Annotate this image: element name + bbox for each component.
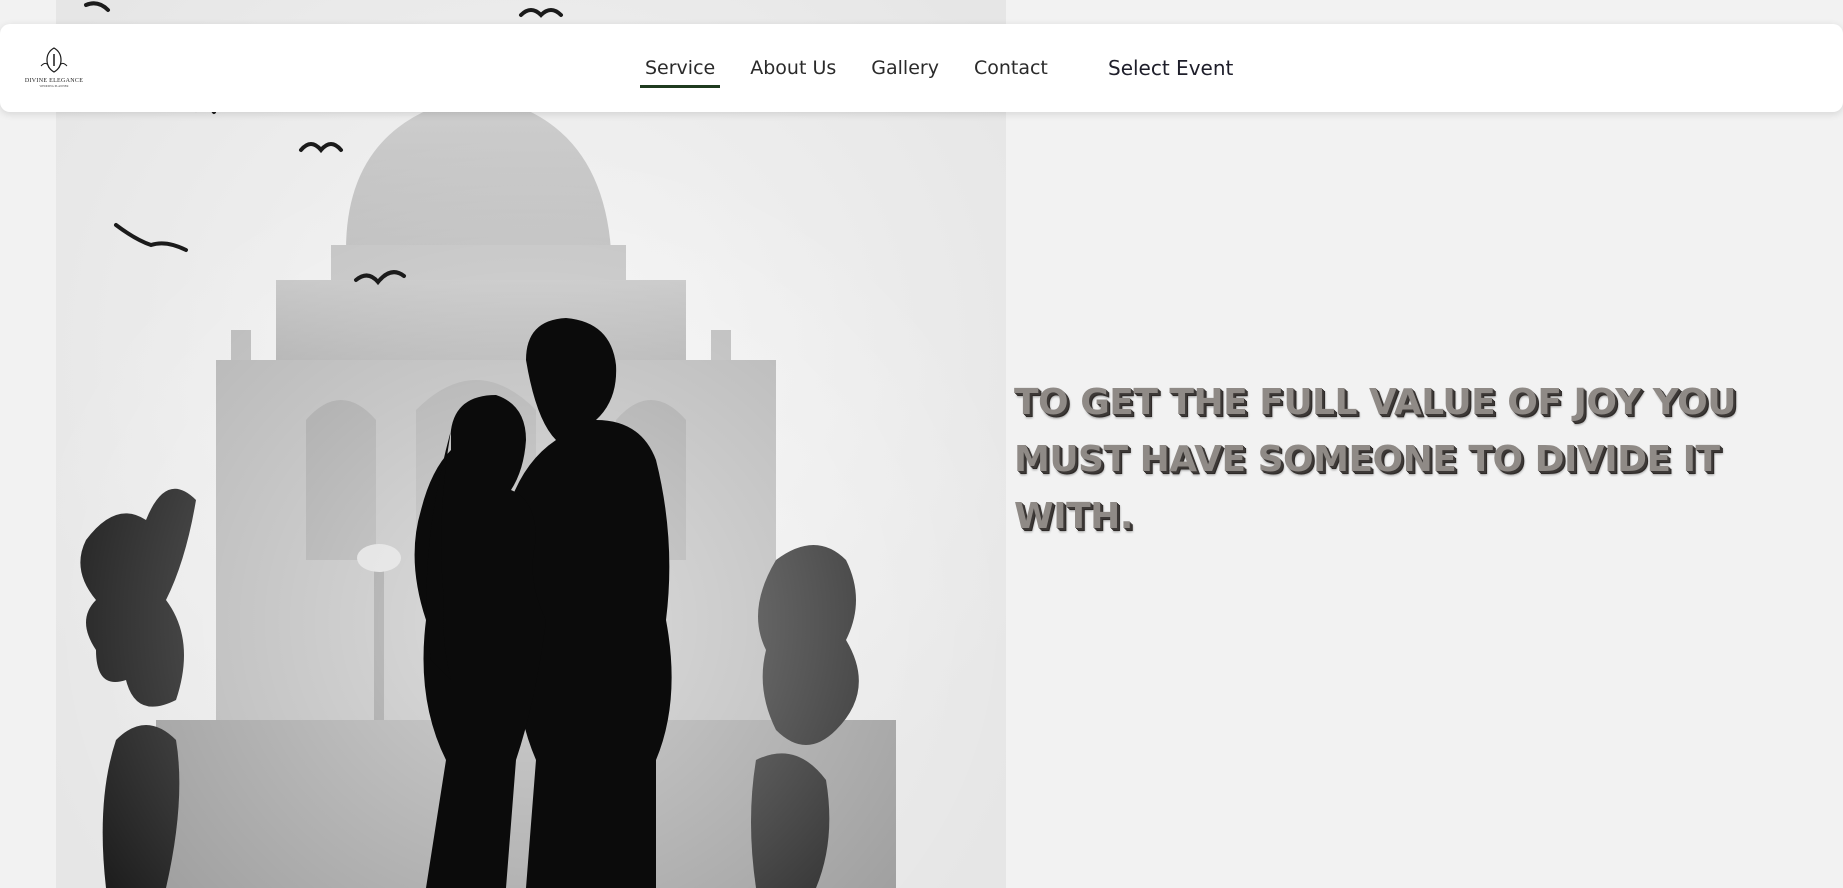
nav-item-service[interactable]: Service (640, 56, 721, 88)
nav-item-gallery[interactable]: Gallery (866, 56, 944, 80)
main-nav: Service About Us Gallery Contact (640, 24, 1078, 112)
nav-item-about-us[interactable]: About Us (745, 56, 841, 80)
hero-photo (56, 0, 1006, 888)
hero-quote: TO GET THE FULL VALUE OF JOY YOU MUST HA… (1014, 382, 1736, 537)
brand-logo[interactable]: DIVINE ELEGANCE WEDDING PLANNER (25, 46, 83, 92)
page: DIVINE ELEGANCE WEDDING PLANNER Service … (0, 0, 1843, 888)
logo-emblem-icon (40, 47, 68, 73)
select-event-button[interactable]: Select Event (1108, 24, 1233, 112)
header: DIVINE ELEGANCE WEDDING PLANNER Service … (0, 24, 1843, 112)
nav-item-contact[interactable]: Contact (969, 56, 1053, 80)
brand-tagline: WEDDING PLANNER (39, 84, 69, 88)
